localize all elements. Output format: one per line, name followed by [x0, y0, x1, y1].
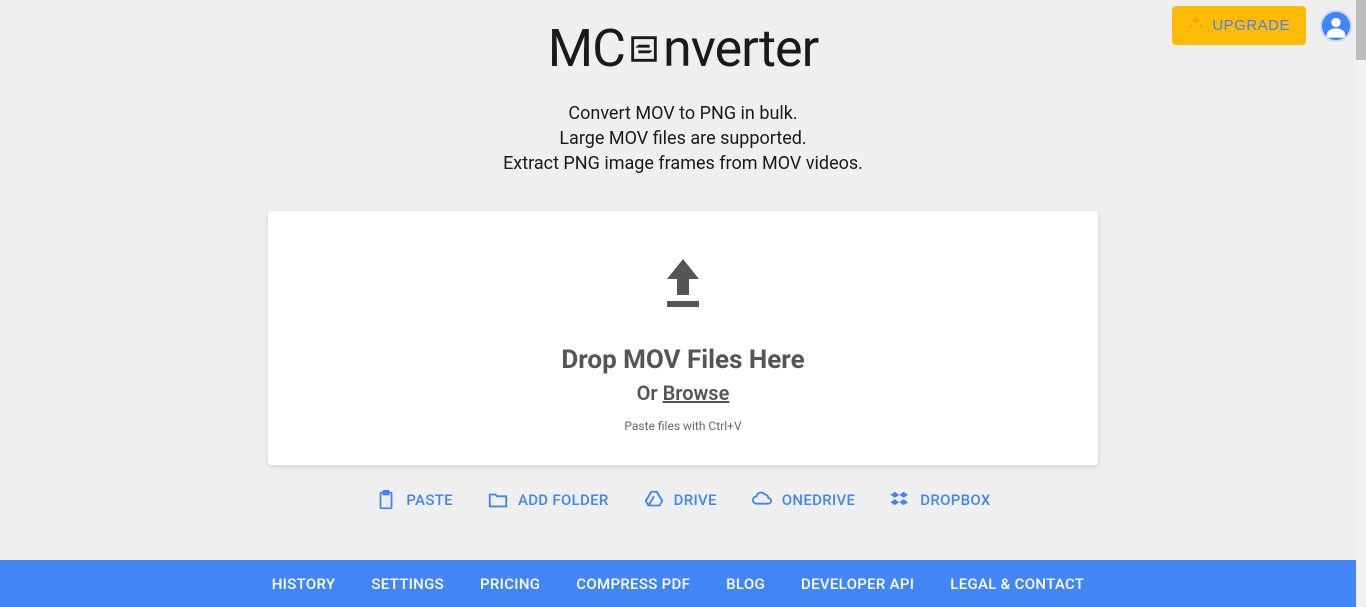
person-icon	[1322, 12, 1350, 40]
scrollbar-thumb[interactable]	[1356, 0, 1366, 60]
logo-pre: MC	[548, 18, 625, 79]
avatar[interactable]	[1320, 10, 1352, 42]
browse-link[interactable]: Browse	[663, 381, 730, 405]
dropbox-label: DROPBOX	[920, 491, 990, 509]
dropzone-hint: Paste files with Ctrl+V	[288, 419, 1078, 433]
scrollbar-track[interactable]	[1356, 0, 1366, 607]
upload-icon	[288, 255, 1078, 315]
logo-post: nverter	[663, 18, 818, 79]
paste-label: PASTE	[406, 491, 453, 509]
footer-settings[interactable]: SETTINGS	[371, 575, 444, 593]
addfolder-button[interactable]: ADD FOLDER	[487, 489, 609, 511]
upgrade-label: UPGRADE	[1212, 17, 1290, 34]
dropbox-icon	[889, 489, 911, 511]
logo: MC nverter	[548, 18, 819, 79]
dropbox-button[interactable]: DROPBOX	[889, 489, 990, 511]
footer-nav: HISTORY SETTINGS PRICING COMPRESS PDF BL…	[0, 560, 1356, 607]
subtitle-line3: Extract PNG image frames from MOV videos…	[0, 151, 1366, 176]
subtitle: Convert MOV to PNG in bulk. Large MOV fi…	[0, 101, 1366, 177]
subtitle-line2: Large MOV files are supported.	[0, 126, 1366, 151]
dropzone-title: Drop MOV Files Here	[288, 345, 1078, 375]
dropzone[interactable]: Drop MOV Files Here Or Browse Paste file…	[268, 211, 1098, 465]
onedrive-icon	[751, 489, 773, 511]
footer-legal[interactable]: LEGAL & CONTACT	[950, 575, 1084, 593]
clipboard-icon	[375, 489, 397, 511]
subtitle-line1: Convert MOV to PNG in bulk.	[0, 101, 1366, 126]
footer-api[interactable]: DEVELOPER API	[801, 575, 914, 593]
folder-icon	[487, 489, 509, 511]
drive-label: DRIVE	[674, 491, 717, 509]
drive-button[interactable]: DRIVE	[643, 489, 717, 511]
onedrive-button[interactable]: ONEDRIVE	[751, 489, 856, 511]
onedrive-label: ONEDRIVE	[782, 491, 856, 509]
swap-icon	[627, 32, 661, 66]
paste-button[interactable]: PASTE	[375, 489, 453, 511]
sparkle-icon	[1188, 15, 1204, 36]
footer-history[interactable]: HISTORY	[272, 575, 336, 593]
upgrade-button[interactable]: UPGRADE	[1172, 6, 1306, 45]
drive-icon	[643, 489, 665, 511]
footer-pricing[interactable]: PRICING	[480, 575, 540, 593]
dropzone-or: Or Browse	[288, 381, 1078, 405]
footer-blog[interactable]: BLOG	[726, 575, 765, 593]
footer-compress[interactable]: COMPRESS PDF	[576, 575, 690, 593]
addfolder-label: ADD FOLDER	[518, 491, 609, 509]
